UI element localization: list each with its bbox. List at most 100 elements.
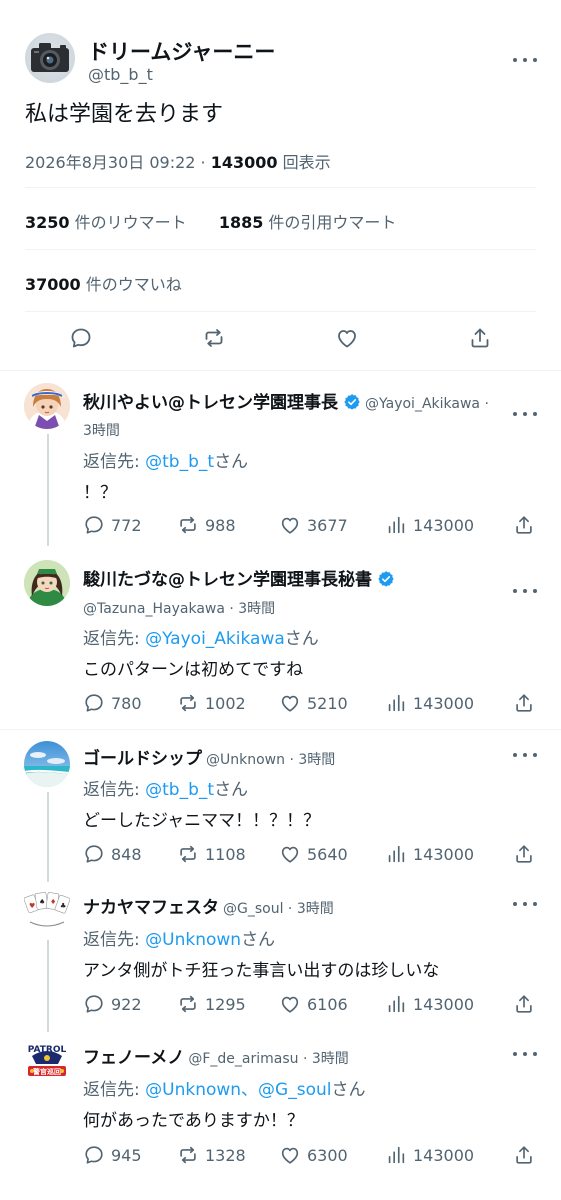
share-button[interactable] <box>513 692 541 714</box>
mention-link[interactable]: @tb_b_t <box>145 780 214 800</box>
bar-chart-icon <box>388 995 405 1013</box>
avatar[interactable] <box>24 741 70 787</box>
svg-text:♣: ♣ <box>60 902 66 910</box>
reply-author[interactable]: 駿川たづな@トレセン学園理事長秘書 <box>83 565 395 590</box>
share-icon <box>516 1146 532 1164</box>
heart-icon <box>338 330 356 348</box>
like-button[interactable]: 5210 <box>279 692 348 714</box>
views-button[interactable]: 143000 <box>385 514 474 536</box>
views-button[interactable]: 143000 <box>385 843 474 865</box>
share-button[interactable] <box>513 843 541 865</box>
reply-count: 780 <box>111 693 142 713</box>
mention-link[interactable]: @tb_b_t <box>145 452 214 472</box>
reply-author[interactable]: ナカヤマフェスタ @G_soul · 3時間 <box>83 893 334 918</box>
more-dots-icon[interactable] <box>513 1049 537 1059</box>
author-handle[interactable]: @Tazuna_Hayakawa · 3時間 <box>83 598 275 618</box>
reply-button[interactable] <box>69 326 93 354</box>
author-name: 秋川やよい@トレセン学園理事長 <box>83 393 338 413</box>
retweet-button[interactable]: 1108 <box>177 843 246 865</box>
retweet-stats: 3250 件のリウマート 1885 件の引用ウマート <box>25 209 396 233</box>
replying-to-suffix: さん <box>241 930 276 950</box>
like-button[interactable]: 5640 <box>279 843 348 865</box>
like-stat[interactable]: 37000 件のウマいね <box>25 271 182 295</box>
retweet-count: 1108 <box>205 844 246 864</box>
reply-button[interactable]: 922 <box>83 993 142 1015</box>
reply-text: アンタ側がトチ狂った事言い出すのは珍しいな <box>83 961 440 981</box>
share-button[interactable] <box>513 1144 541 1166</box>
section-divider <box>0 370 561 371</box>
mention-link[interactable]: @Unknown、@G_soul <box>145 1080 331 1100</box>
speech-bubble-icon <box>85 516 103 534</box>
avatar[interactable] <box>24 560 70 606</box>
like-button[interactable] <box>335 326 359 354</box>
reply-text: 何があったでありますか！？ <box>83 1111 304 1131</box>
reply-time[interactable]: 3時間 <box>83 420 120 440</box>
reply-button[interactable]: 945 <box>83 1144 142 1166</box>
thread-line <box>47 792 49 882</box>
mention-link[interactable]: @Unknown <box>145 930 241 950</box>
retweet-button[interactable]: 1328 <box>177 1144 246 1166</box>
reply-button[interactable]: 780 <box>83 692 142 714</box>
share-icon <box>516 845 532 863</box>
share-button[interactable] <box>468 326 492 354</box>
replying-to-prefix: 返信先: <box>83 930 146 950</box>
retweet-stat[interactable]: 3250 件のリウマート <box>25 213 187 232</box>
replying-to: 返信先: @tb_b_tさん <box>83 447 248 472</box>
more-dots-icon[interactable] <box>513 55 537 65</box>
reply-action-bar: 780 1002 5210 143000 <box>83 692 538 716</box>
reply-button[interactable]: 772 <box>83 514 142 536</box>
like-button[interactable]: 6300 <box>279 1144 348 1166</box>
camera-icon <box>31 43 69 72</box>
avatar[interactable]: ♥ ♠ ♦ ♣ <box>23 888 71 934</box>
avatar-illustration <box>24 383 70 429</box>
more-dots-icon[interactable] <box>513 409 537 419</box>
more-dots-icon[interactable] <box>513 899 537 909</box>
replying-to-prefix: 返信先: <box>83 629 146 649</box>
quote-stat[interactable]: 1885 件の引用ウマート <box>219 213 397 232</box>
author-name: フェノーメノ <box>83 1048 185 1068</box>
author-handle[interactable]: @tb_b_t <box>88 65 153 84</box>
verified-badge-icon <box>344 394 360 410</box>
views-count: 143000 <box>210 153 278 172</box>
retweet-button[interactable]: 1295 <box>177 993 246 1015</box>
camera-avatar[interactable] <box>25 33 75 83</box>
like-count: 5640 <box>307 844 348 864</box>
tweet-date[interactable]: 2026年8月30日 09:22 · <box>25 153 211 172</box>
reply-count: 772 <box>111 515 142 535</box>
avatar[interactable] <box>24 383 70 429</box>
share-icon <box>516 995 532 1013</box>
retweet-icon <box>180 1146 196 1164</box>
author-handle: @F_de_arimasu · 3時間 <box>188 1051 349 1067</box>
like-button[interactable]: 3677 <box>279 514 348 536</box>
more-dots-icon[interactable] <box>513 586 537 596</box>
views-count: 143000 <box>413 844 475 864</box>
share-button[interactable] <box>513 514 541 536</box>
like-button[interactable]: 6106 <box>279 993 348 1015</box>
views-button[interactable]: 143000 <box>385 1144 474 1166</box>
more-dots-icon[interactable] <box>513 750 537 760</box>
retweet-button[interactable]: 1002 <box>177 692 246 714</box>
views-button[interactable]: 143000 <box>385 692 474 714</box>
views-button[interactable]: 143000 <box>385 993 474 1015</box>
main-action-bar <box>25 326 536 356</box>
author-handle: @Unknown · 3時間 <box>206 752 336 768</box>
like-count: 6300 <box>307 1145 348 1165</box>
reply-author[interactable]: フェノーメノ @F_de_arimasu · 3時間 <box>83 1043 349 1068</box>
like-count: 37000 <box>25 275 81 294</box>
retweet-label: 件のリウマート <box>69 213 187 232</box>
avatar[interactable]: PATROL 警官巡回 <box>24 1040 70 1086</box>
retweet-button[interactable] <box>202 326 226 354</box>
reply-author[interactable]: ゴールドシップ @Unknown · 3時間 <box>83 744 335 769</box>
speech-bubble-icon <box>85 694 103 712</box>
share-icon <box>471 328 489 348</box>
reply-button[interactable]: 848 <box>83 843 142 865</box>
section-divider <box>0 729 561 730</box>
reply-author[interactable]: 秋川やよい@トレセン学園理事長 @Yayoi_Akikawa · <box>83 388 489 413</box>
verified-badge-icon <box>378 571 394 587</box>
mention-link[interactable]: @Yayoi_Akikawa <box>145 629 285 649</box>
reply-count: 848 <box>111 844 142 864</box>
author-name[interactable]: ドリームジャーニー <box>88 36 275 66</box>
retweet-button[interactable]: 988 <box>177 514 236 536</box>
share-button[interactable] <box>513 993 541 1015</box>
quote-count: 1885 <box>218 213 264 232</box>
